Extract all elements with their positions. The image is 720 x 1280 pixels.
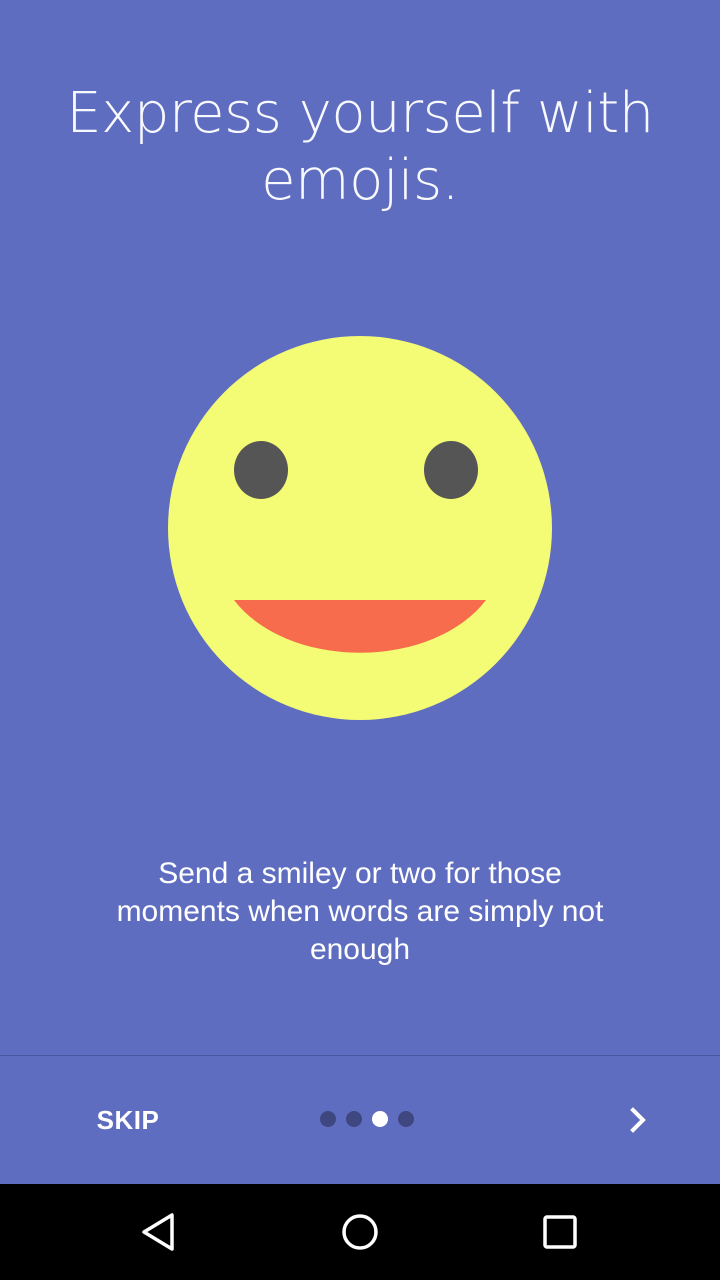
back-button[interactable] [128, 1200, 192, 1264]
page-dot-4 [398, 1111, 414, 1127]
page-dot-2 [346, 1111, 362, 1127]
onboarding-screen: Express yourself with emojis. Send a smi… [0, 0, 720, 1184]
smiley-face-icon [168, 336, 552, 720]
left-eye [234, 441, 288, 499]
recents-button[interactable] [528, 1200, 592, 1264]
system-navigation-bar [0, 1184, 720, 1280]
right-eye [424, 441, 478, 499]
recents-square-icon [543, 1215, 577, 1249]
home-circle-icon [342, 1214, 378, 1250]
skip-button[interactable]: SKIP [70, 1086, 186, 1154]
onboarding-headline: Express yourself with emojis. [66, 81, 654, 213]
page-dot-1 [320, 1111, 336, 1127]
back-triangle-icon [142, 1213, 174, 1251]
onboarding-description: Send a smiley or two for those moments w… [116, 857, 604, 966]
page-indicator [320, 1111, 414, 1127]
next-button[interactable] [606, 1088, 670, 1152]
home-button[interactable] [328, 1200, 392, 1264]
page-dot-3-active [372, 1111, 388, 1127]
face-circle [168, 336, 552, 720]
chevron-right-icon [630, 1107, 646, 1133]
onboarding-footer: SKIP [0, 1056, 720, 1184]
